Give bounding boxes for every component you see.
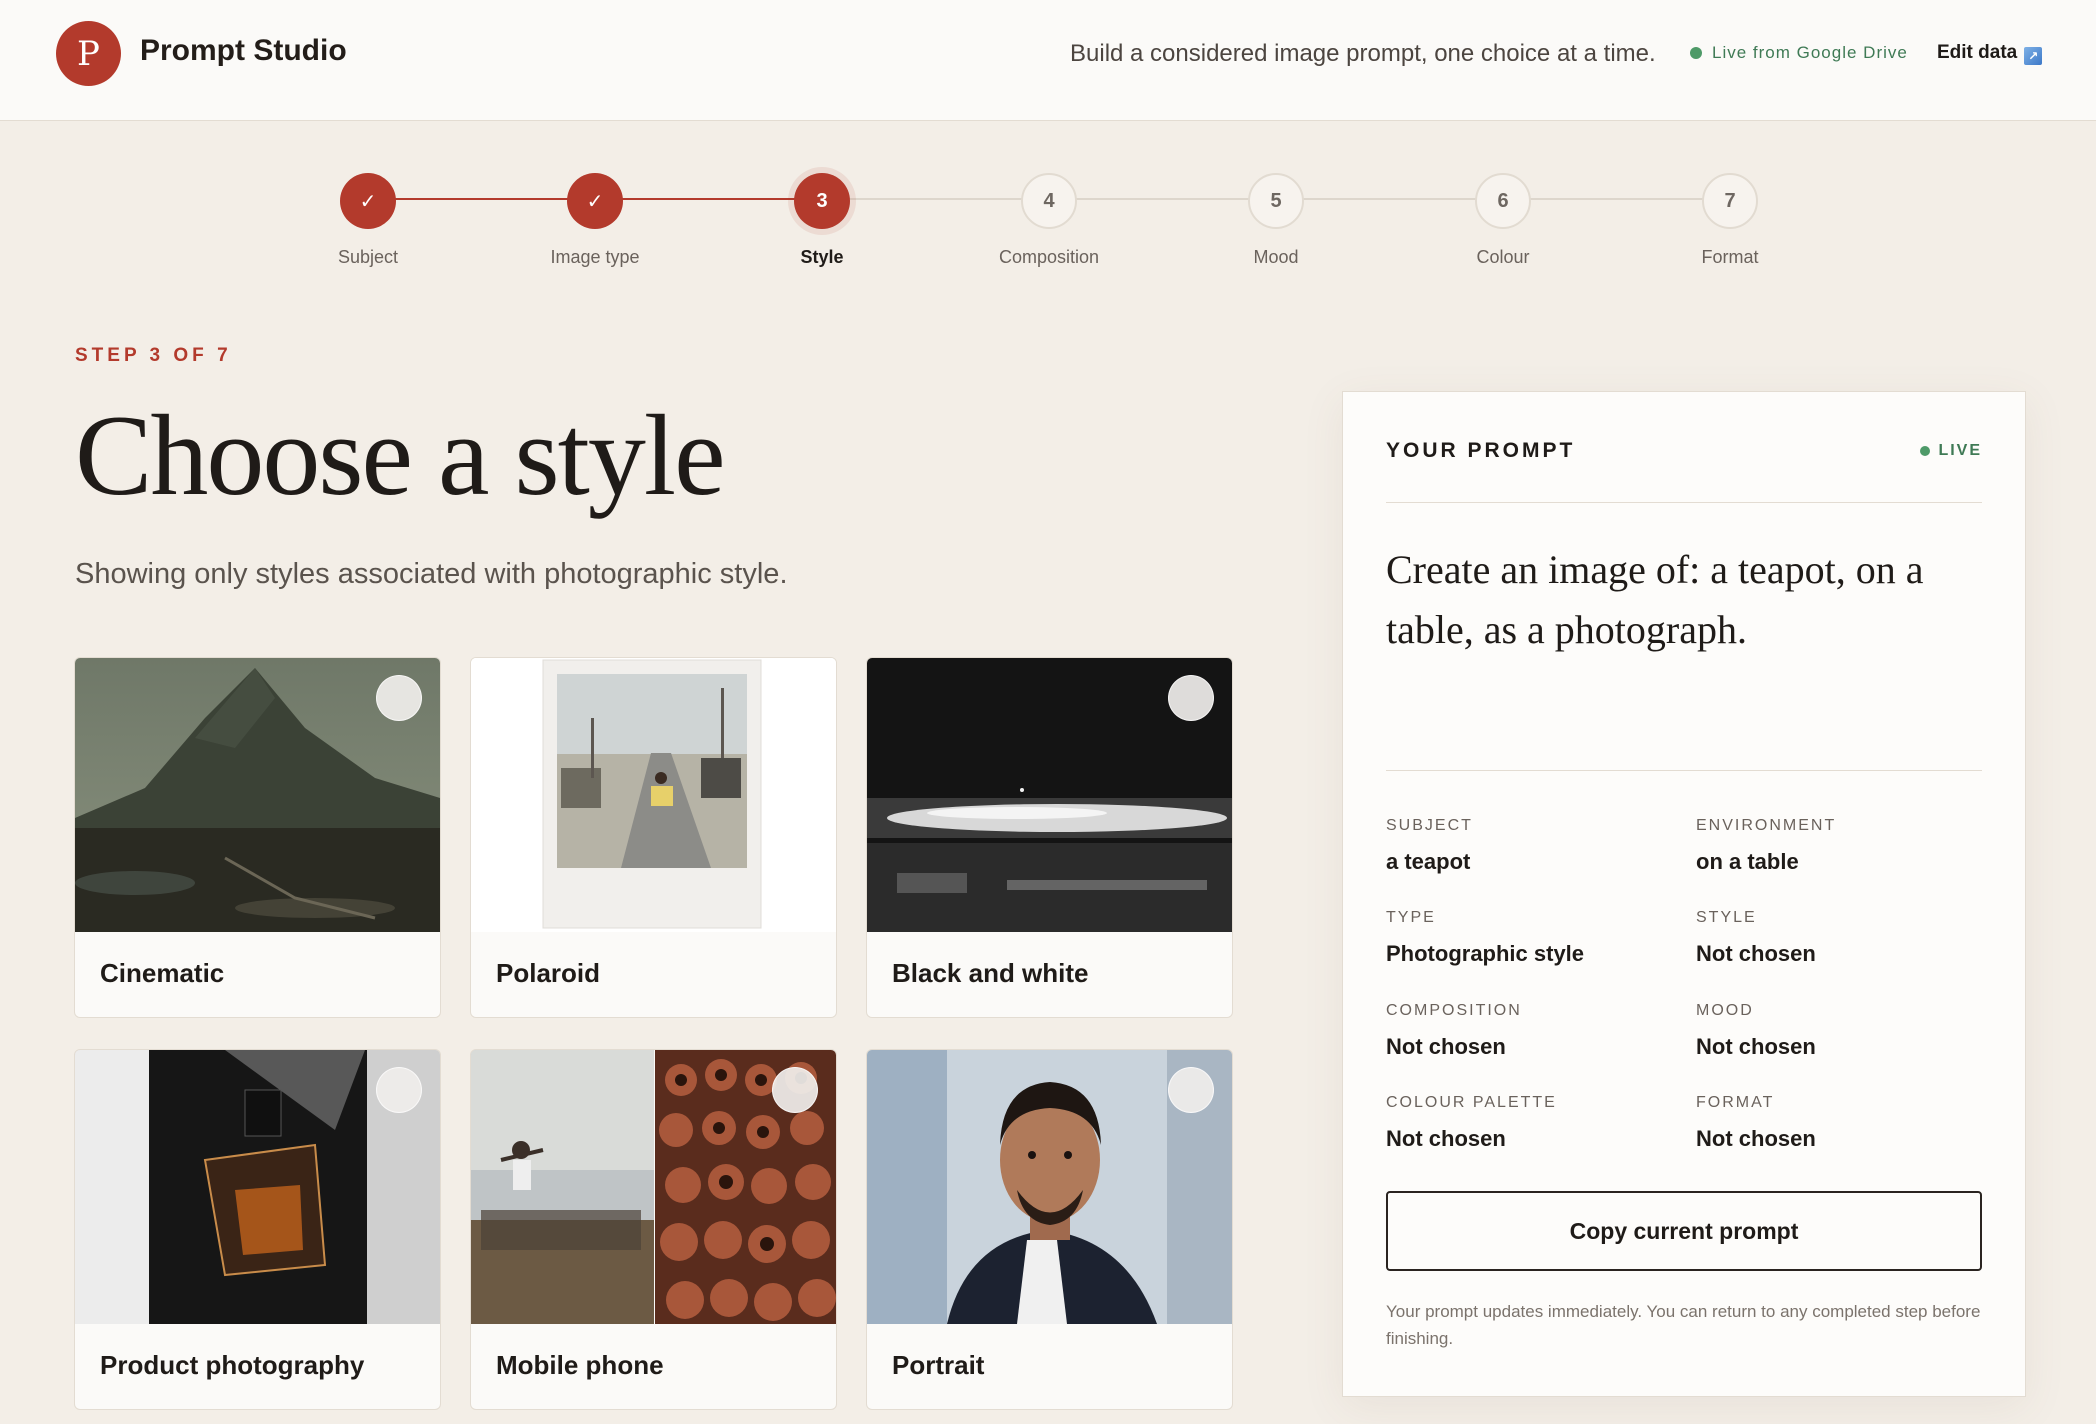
copy-prompt-button[interactable]: Copy current prompt — [1386, 1191, 1982, 1271]
step-number[interactable]: 3 — [794, 173, 850, 229]
top-bar: P Prompt Studio Build a considered image… — [0, 0, 2096, 121]
field-key: FORMAT — [1696, 1094, 1775, 1111]
step-eyebrow: STEP 3 OF 7 — [75, 345, 232, 366]
step-format: 7 Format — [1645, 173, 1815, 268]
step-style[interactable]: 3 Style — [737, 173, 907, 268]
step-mood: 5 Mood — [1191, 173, 1361, 268]
style-card-black-and-white[interactable]: Black and white — [866, 657, 1233, 1018]
field-key: TYPE — [1386, 909, 1436, 926]
style-card-cinematic[interactable]: Cinematic — [74, 657, 441, 1018]
step-label[interactable]: Style — [737, 247, 907, 268]
style-card-label[interactable]: Mobile phone — [496, 1350, 664, 1381]
step-number: 4 — [1021, 173, 1077, 229]
field-value: Photographic style — [1386, 941, 1585, 966]
field-key: COMPOSITION — [1386, 1002, 1522, 1019]
step-label: Format — [1701, 247, 1759, 267]
progress-stepper: ✓ Subject ✓ Image type 3 Style 4 Composi… — [0, 121, 2096, 301]
step-complete-check-icon[interactable]: ✓ — [340, 173, 396, 229]
step-colour: 6 Colour — [1418, 173, 1588, 268]
step-label: Mood — [1253, 247, 1299, 267]
summary-field-format: FORMAT Not chosen — [1696, 1094, 1986, 1152]
field-value: Not chosen — [1386, 1034, 1506, 1059]
app-logo[interactable]: P — [56, 21, 121, 86]
field-value: Not chosen — [1696, 1034, 1816, 1059]
live-dot-icon — [1920, 446, 1931, 456]
style-select-radio[interactable] — [376, 1067, 422, 1113]
summary-field-composition: COMPOSITION Not chosen — [1386, 1002, 1676, 1060]
field-key: MOOD — [1696, 1002, 1754, 1019]
summary-field-colour-palette: COLOUR PALETTE Not chosen — [1386, 1094, 1676, 1152]
style-select-radio[interactable] — [376, 675, 422, 721]
step-label: Colour — [1476, 247, 1530, 267]
style-card-label[interactable]: Black and white — [892, 958, 1089, 989]
divider — [1386, 502, 1982, 503]
divider — [1386, 770, 1982, 771]
summary-field-mood: MOOD Not chosen — [1696, 1002, 1986, 1060]
field-value: Not chosen — [1696, 1126, 1816, 1151]
style-card-portrait[interactable]: Portrait — [866, 1049, 1233, 1410]
step-number: 5 — [1248, 173, 1304, 229]
style-card-product-photography[interactable]: Product photography — [74, 1049, 441, 1410]
live-dot-icon — [1690, 47, 1702, 59]
field-value: Not chosen — [1696, 941, 1816, 966]
page-subtitle: Showing only styles associated with phot… — [75, 558, 788, 590]
live-badge-label: LIVE — [1938, 442, 1982, 459]
field-value: Not chosen — [1386, 1126, 1506, 1151]
edit-data-label[interactable]: Edit data — [1937, 42, 2017, 64]
style-select-radio[interactable] — [772, 1067, 818, 1113]
panel-heading: YOUR PROMPT — [1386, 439, 1576, 462]
style-card-label[interactable]: Cinematic — [100, 958, 224, 989]
panel-help-note: Your prompt updates immediately. You can… — [1386, 1302, 1981, 1348]
summary-field-subject: SUBJECT a teapot — [1386, 817, 1676, 875]
app-title[interactable]: Prompt Studio — [140, 34, 347, 68]
step-label[interactable]: Image type — [510, 247, 680, 268]
header-tagline: Build a considered image prompt, one cho… — [1070, 40, 1656, 67]
field-key: STYLE — [1696, 909, 1757, 926]
summary-field-style: STYLE Not chosen — [1696, 909, 1986, 967]
step-number: 7 — [1702, 173, 1758, 229]
live-badge: LIVE — [1920, 442, 1982, 460]
step-label[interactable]: Subject — [283, 247, 453, 268]
page-title: Choose a style — [75, 392, 726, 520]
step-subject[interactable]: ✓ Subject — [283, 173, 453, 268]
style-card-label[interactable]: Portrait — [892, 1350, 984, 1381]
step-label: Composition — [998, 247, 1100, 267]
edit-data-link[interactable]: Edit data ↗ — [1937, 41, 2043, 65]
style-card-label[interactable]: Product photography — [100, 1350, 364, 1381]
live-source-indicator: Live from Google Drive — [1690, 43, 1908, 63]
field-key: ENVIRONMENT — [1696, 817, 1837, 834]
style-select-radio[interactable] — [1168, 675, 1214, 721]
style-select-radio[interactable] — [1168, 1067, 1214, 1113]
style-card-polaroid[interactable]: Polaroid — [470, 657, 837, 1018]
field-value: on a table — [1696, 849, 1799, 874]
prompt-panel: YOUR PROMPT LIVE Create an image of: a t… — [1342, 391, 2026, 1397]
live-source-label: Live from Google Drive — [1712, 43, 1908, 62]
summary-field-environment: ENVIRONMENT on a table — [1696, 817, 1986, 875]
prompt-preview: Create an image of: a teapot, on a table… — [1386, 547, 1924, 652]
step-composition: 4 Composition — [964, 173, 1134, 268]
field-key: COLOUR PALETTE — [1386, 1094, 1557, 1111]
style-card-mobile-phone[interactable]: Mobile phone — [470, 1049, 837, 1410]
external-link-icon[interactable]: ↗ — [2024, 47, 2043, 65]
field-value: a teapot — [1386, 849, 1471, 874]
step-complete-check-icon[interactable]: ✓ — [567, 173, 623, 229]
step-number: 6 — [1475, 173, 1531, 229]
field-key: SUBJECT — [1386, 817, 1473, 834]
step-image-type[interactable]: ✓ Image type — [510, 173, 680, 268]
style-card-label[interactable]: Polaroid — [496, 958, 600, 989]
summary-field-type: TYPE Photographic style — [1386, 909, 1676, 967]
polaroid-street-photo[interactable] — [471, 658, 836, 932]
